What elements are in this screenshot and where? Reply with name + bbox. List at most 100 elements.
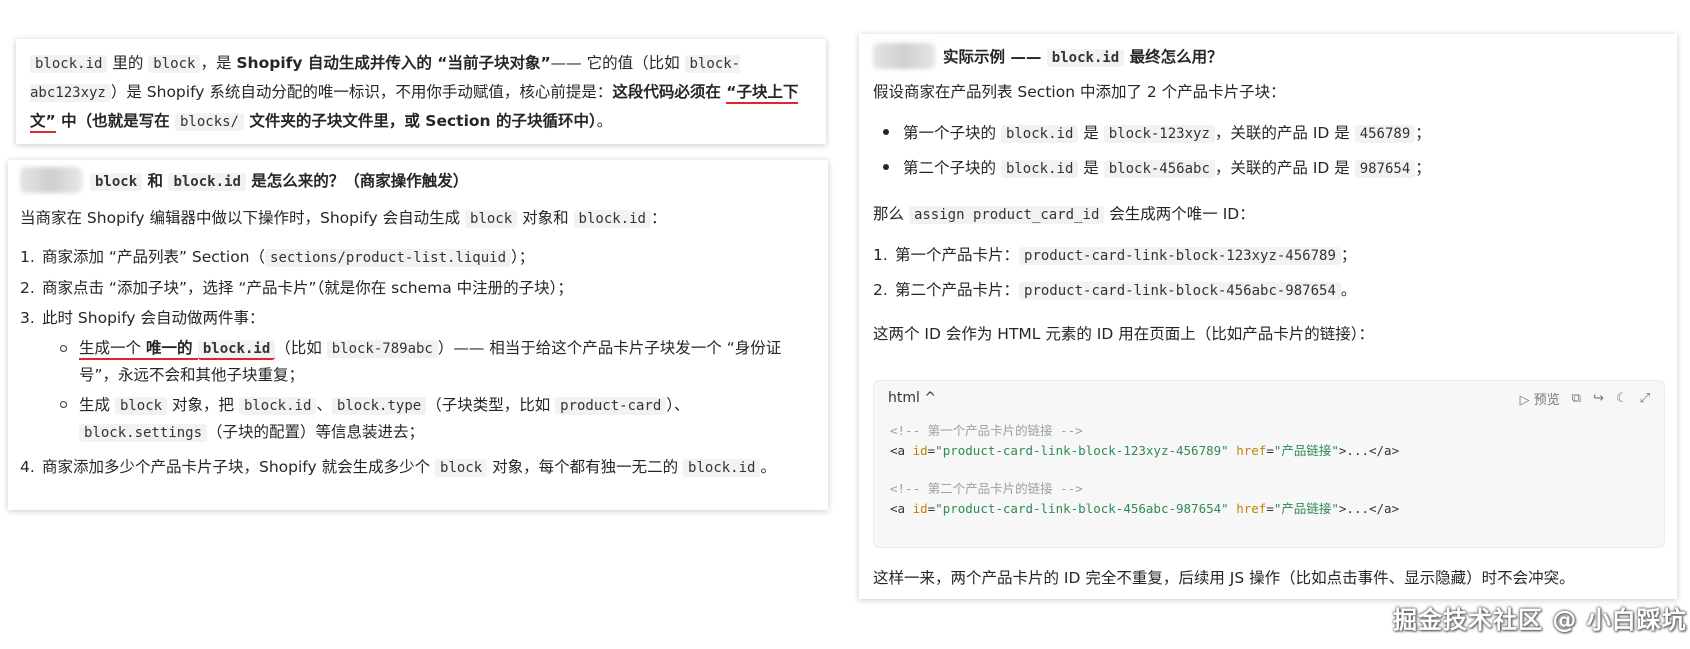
inline-code: block.type: [331, 397, 427, 415]
text-span: 对象，每个都有独一无二的: [487, 458, 684, 476]
bold-text: 文件夹的子块文件里，或 Section 的子块循环中）: [244, 112, 597, 130]
inline-code: block.id: [30, 55, 108, 73]
bold-text: 这段代码必须在: [612, 83, 727, 101]
example-usage: 这两个 ID 会作为 HTML 元素的 ID 用在页面上（比如产品卡片的链接）：: [873, 325, 1374, 343]
inline-code: blocks/: [174, 113, 244, 131]
inline-code: block-789abc: [326, 340, 438, 358]
inline-code: block: [148, 55, 201, 73]
bold-text: 中（也就是写在: [55, 112, 175, 130]
text-span: 会生成两个唯一 ID：: [1104, 205, 1255, 223]
text-span: 。: [760, 458, 776, 476]
example-conclusion: 这样一来，两个产品卡片的 ID 完全不重复，后续用 JS 操作（比如点击事件、显…: [873, 569, 1575, 587]
origin-steps: 1. 商家添加 “产品列表” Section（ sections/product-l…: [20, 242, 816, 333]
list-item: 生成 block 对象，把 block.id、 block.type （子块类型，比…: [60, 392, 816, 446]
list-item: 4. 商家添加多少个产品卡片子块，Shopify 就会生成多少个 block 对象…: [20, 458, 776, 477]
origin-intro: 当商家在 Shopify 编辑器中做以下操作时，Shopify 会自动生成 bl…: [20, 206, 816, 228]
code-language-toggle[interactable]: html ^: [888, 390, 936, 406]
text-span: ；: [1415, 159, 1431, 177]
intro-paragraph: block.id 里的 block ，是 Shopify 自动生成并传入的 “当前…: [30, 49, 814, 136]
text-span: ）；: [511, 248, 535, 266]
inline-code: block.id: [168, 173, 246, 191]
bold-text: 实际示例 ——: [943, 48, 1047, 66]
blurred-icon: [873, 43, 935, 69]
preview-button[interactable]: ▷ 预览: [1520, 389, 1560, 408]
origin-card: block 和 block.id 是怎么来的？（商家操作触发） 当商家在 Sho…: [8, 160, 828, 510]
text-span: 第二个产品卡片：: [895, 281, 1020, 299]
expand-icon[interactable]: ⤢: [1640, 391, 1650, 406]
bold-text: 和: [142, 172, 169, 190]
text-span: 第一个产品卡片：: [895, 246, 1020, 264]
text-span: 那么: [873, 205, 909, 223]
theme-icon[interactable]: ☾: [1616, 391, 1628, 406]
inline-code: product-card: [555, 397, 667, 415]
example-heading: 实际示例 —— block.id 最终怎么用？: [873, 38, 1663, 74]
text-span: 此时 Shopify 会自动做两件事：: [42, 309, 265, 327]
example-ids: 1. 第一个产品卡片： product-card-link-block-123xyz…: [873, 238, 1663, 308]
list-item: 第二个子块的 block.id 是 block-456abc ，关联的产品 ID …: [873, 151, 1663, 186]
inline-code: sections/product-list.liquid: [265, 249, 512, 267]
origin-heading: block 和 block.id 是怎么来的？（商家操作触发）: [20, 162, 816, 198]
inline-code: product-card-link-block-123xyz-456789: [1019, 247, 1341, 265]
bold-text: Shopify 自动生成并传入的 “当前子块对象”: [236, 54, 551, 72]
text-span: 、: [316, 396, 332, 414]
list-item: 1. 第一个产品卡片： product-card-link-block-123xyz…: [873, 246, 1357, 265]
text-span: ，关联的产品 ID 是: [1214, 124, 1355, 142]
text-span: 第二个子块的: [903, 159, 1001, 177]
code-toolbar: ▷ 预览 ⧉ ↪ ☾ ⤢: [1520, 389, 1650, 408]
text-span: ：: [650, 209, 667, 227]
watermark: 掘金技术社区 @ 小白踩坑: [1393, 606, 1687, 634]
text-span: 对象，把: [167, 396, 239, 414]
text-span: ；: [1415, 124, 1431, 142]
text-span: 。: [1340, 281, 1357, 299]
inline-code: 987654: [1354, 160, 1416, 178]
copy-icon[interactable]: ⧉: [1572, 391, 1581, 406]
inline-code: block-123xyz: [1103, 125, 1215, 143]
inline-code: block.id: [573, 210, 651, 228]
origin-heading-text: block 和 block.id 是怎么来的？（商家操作触发）: [90, 169, 468, 191]
inline-code: block.id: [683, 459, 761, 477]
text-span: 是: [1078, 124, 1104, 142]
code-block: html ^ ▷ 预览 ⧉ ↪ ☾ ⤢ <!-- 第一个产品卡片的链接 --> …: [873, 380, 1665, 548]
code-comment: <!-- 第一个产品卡片的链接 -->: [890, 423, 1083, 438]
example-heading-text: 实际示例 —— block.id 最终怎么用？: [943, 45, 1223, 67]
code-content: <!-- 第一个产品卡片的链接 --> <a id="product-card-…: [874, 415, 1664, 525]
text-span: 商家添加 “产品列表” Section（: [42, 248, 266, 266]
text-span: ，是: [200, 54, 237, 72]
text-span: 生成: [79, 396, 115, 414]
text-span: ；: [1340, 246, 1357, 264]
text-span: ，关联的产品 ID 是: [1214, 159, 1355, 177]
example-intro: 假设商家在产品列表 Section 中添加了 2 个产品卡片子块：: [873, 83, 1286, 101]
play-icon: ▷: [1519, 392, 1530, 408]
inline-code: block: [465, 210, 518, 228]
code-comment: <!-- 第二个产品卡片的链接 -->: [890, 481, 1083, 496]
text-span: ）是 Shopify 系统自动分配的唯一标识，不用你手动赋值，核心前提是：: [110, 83, 613, 101]
inline-code: block.settings: [79, 424, 208, 442]
text-span: （比如: [275, 339, 327, 357]
inline-code: block.id: [1000, 125, 1079, 143]
text-span: ）、: [666, 396, 690, 414]
bold-text: 是怎么来的？（商家操作触发）: [245, 172, 469, 190]
inline-code: block-456abc: [1103, 160, 1215, 178]
inline-code: block.id: [1000, 160, 1079, 178]
example-bullets: 第一个子块的 block.id 是 block-123xyz ，关联的产品 ID …: [873, 116, 1663, 186]
inline-code: 456789: [1354, 125, 1416, 143]
text-span: 里的: [107, 54, 149, 72]
text-span: 商家点击 “添加子块”，选择 “产品卡片”（就是你在 schema 中注册的子块…: [42, 279, 573, 297]
inline-code: block: [435, 459, 488, 477]
inline-code: block: [114, 397, 168, 415]
inline-code: block: [90, 173, 143, 191]
list-item: 第一个子块的 block.id 是 block-123xyz ，关联的产品 ID …: [873, 116, 1663, 151]
text-span: 对象和: [517, 209, 574, 227]
wrap-icon[interactable]: ↪: [1593, 391, 1604, 406]
inline-code: block.id: [238, 397, 317, 415]
inline-code: block.id: [1046, 49, 1125, 67]
code-block-header: html ^ ▷ 预览 ⧉ ↪ ☾ ⤢: [874, 381, 1664, 415]
text-span: 是: [1078, 159, 1104, 177]
code-line: <a id="product-card-link-block-123xyz-45…: [890, 443, 1400, 458]
text-span: 。: [596, 112, 613, 130]
origin-steps-cont: 4. 商家添加多少个产品卡片子块，Shopify 就会生成多少个 block 对象…: [20, 452, 816, 483]
example-then: 那么 assign product_card_id 会生成两个唯一 ID：: [873, 202, 1663, 224]
text-span: （子块类型，比如: [426, 396, 556, 414]
text-span: —— 它的值（比如: [550, 54, 685, 72]
list-item: 生成一个 唯一的 block.id （比如 block-789abc ）—— 相当于…: [60, 335, 816, 388]
